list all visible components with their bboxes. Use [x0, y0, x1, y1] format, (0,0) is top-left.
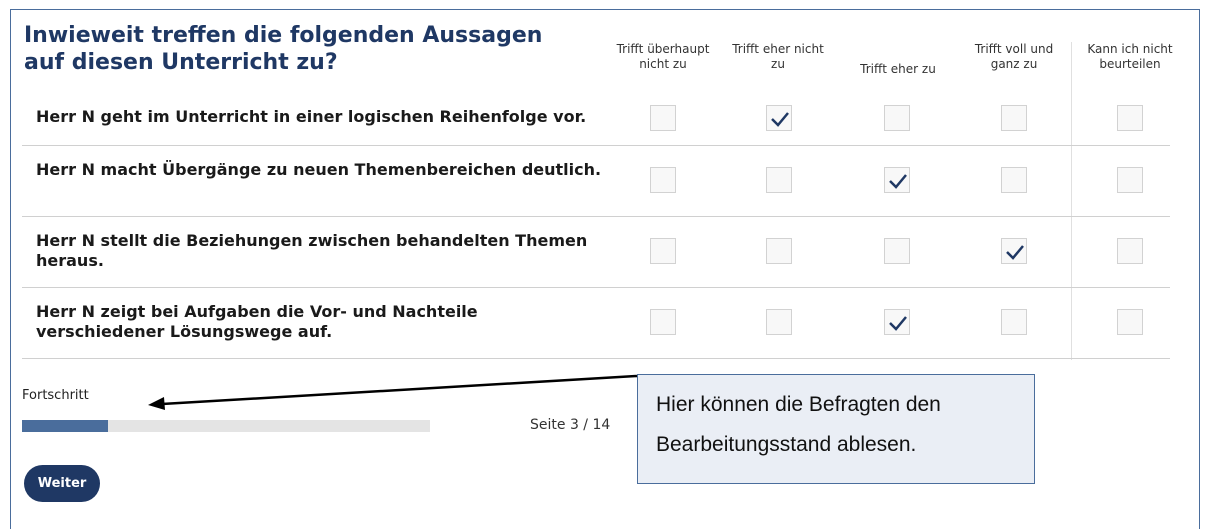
annotation-callout: Hier können die Befragten den Bearbeitun… — [637, 374, 1035, 484]
